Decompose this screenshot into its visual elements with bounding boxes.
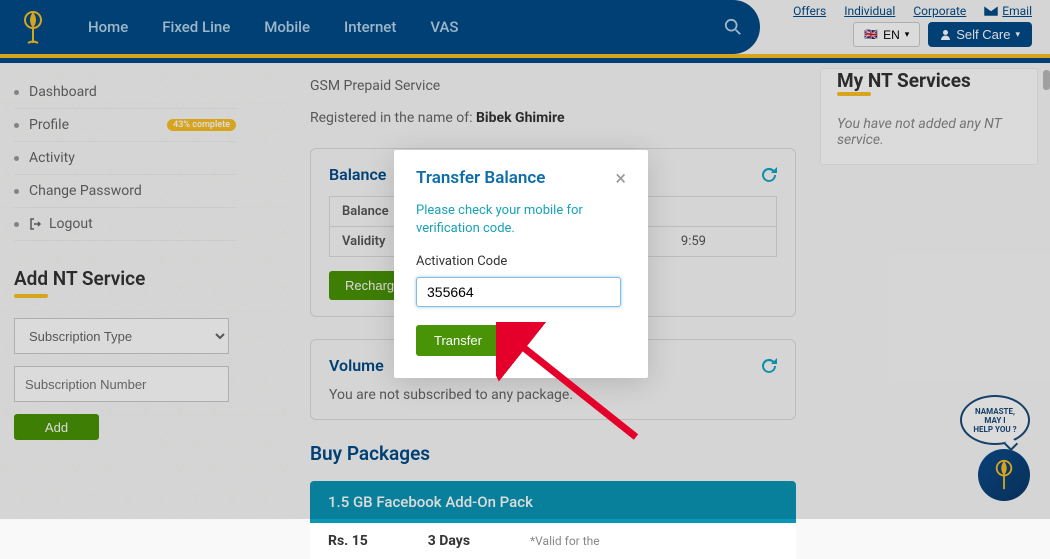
activation-code-label: Activation Code [416, 254, 626, 269]
modal-hint: Please check your mobile for verificatio… [416, 202, 626, 238]
modal-title: Transfer Balance [416, 168, 545, 188]
package-valid-note: *Valid for the [530, 534, 600, 548]
transfer-balance-modal: Transfer Balance × Please check your mob… [394, 150, 648, 378]
close-icon[interactable]: × [615, 168, 626, 188]
package-price: Rs. 15 [328, 533, 368, 549]
transfer-button[interactable]: Transfer [416, 325, 500, 356]
package-days: 3 Days [428, 533, 470, 549]
activation-code-input[interactable] [416, 277, 621, 307]
